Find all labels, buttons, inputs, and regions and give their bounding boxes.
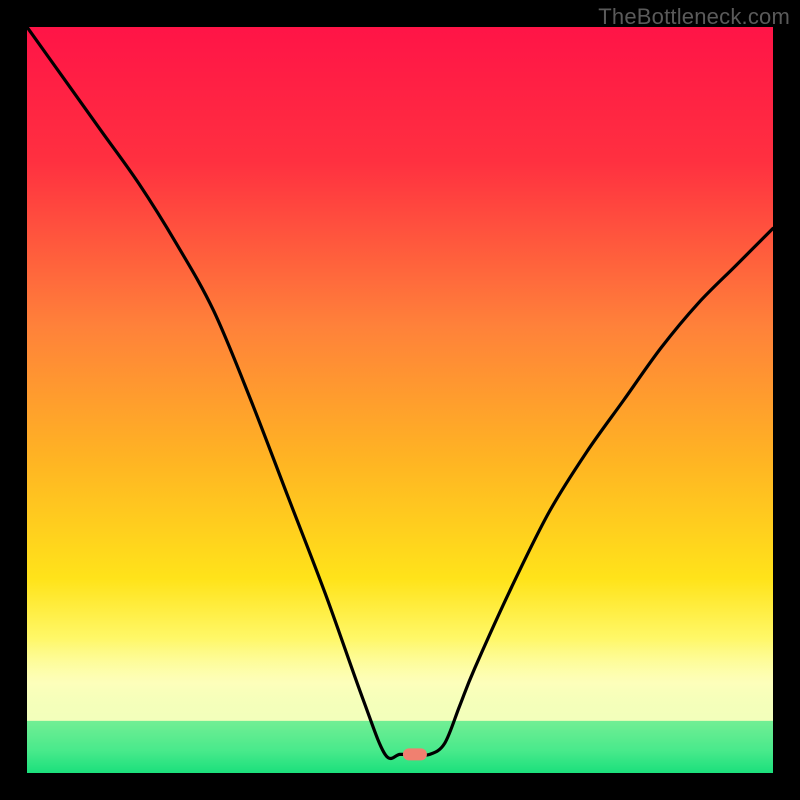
- bottleneck-chart: [27, 27, 773, 773]
- plot-area: [27, 27, 773, 773]
- chart-frame: TheBottleneck.com: [0, 0, 800, 800]
